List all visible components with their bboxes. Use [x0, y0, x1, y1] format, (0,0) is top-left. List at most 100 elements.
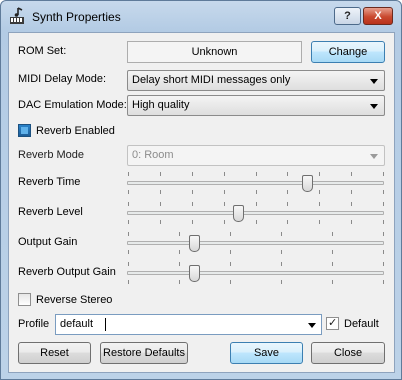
- slider-tick: [230, 232, 231, 236]
- reverse-stereo-label: Reverse Stereo: [36, 294, 113, 306]
- rom-set-value: Unknown: [191, 46, 238, 58]
- slider-tick: [179, 280, 180, 284]
- slider-tick: [351, 220, 352, 224]
- slider-tick: [160, 220, 161, 224]
- slider-tick: [383, 202, 384, 206]
- reverb-level-slider[interactable]: [127, 202, 384, 224]
- slider-tick: [383, 232, 384, 236]
- dac-emulation-select[interactable]: High quality: [127, 95, 385, 116]
- slider-tick: [351, 202, 352, 206]
- chevron-down-icon[interactable]: [308, 323, 316, 328]
- slider-tick: [230, 262, 231, 266]
- slider-tick: [281, 250, 282, 254]
- profile-default-label: Default: [344, 318, 379, 330]
- reset-button[interactable]: Reset: [18, 342, 91, 364]
- slider-tick: [128, 172, 129, 176]
- slider-tick: [383, 250, 384, 254]
- slider-tick: [192, 220, 193, 224]
- slider-tick: [383, 262, 384, 266]
- slider-tick: [128, 280, 129, 284]
- app-icon: [10, 7, 24, 24]
- close-window-button[interactable]: X: [363, 7, 393, 25]
- reverb-enabled-label: Reverb Enabled: [36, 125, 115, 137]
- slider-tick: [256, 202, 257, 206]
- help-button[interactable]: ?: [334, 7, 361, 25]
- slider-tick: [319, 172, 320, 176]
- rom-set-field: Unknown: [127, 41, 302, 63]
- slider-tick: [281, 232, 282, 236]
- change-rom-button[interactable]: Change: [311, 41, 385, 63]
- slider-tick: [179, 250, 180, 254]
- slider-tick: [351, 190, 352, 194]
- midi-delay-label: MIDI Delay Mode:: [18, 73, 107, 85]
- midi-delay-value: Delay short MIDI messages only: [132, 74, 291, 86]
- chevron-down-icon: [370, 104, 378, 109]
- slider-tick: [383, 190, 384, 194]
- dac-emulation-label: DAC Emulation Mode:: [18, 99, 127, 111]
- slider-tick: [128, 232, 129, 236]
- slider-tick: [179, 262, 180, 266]
- slider-tick: [383, 280, 384, 284]
- slider-thumb[interactable]: [302, 175, 313, 192]
- reverse-stereo-checkbox[interactable]: [18, 293, 31, 306]
- slider-groove: [127, 181, 384, 185]
- slider-tick: [230, 250, 231, 254]
- text-caret: [105, 318, 106, 331]
- reverb-time-slider[interactable]: [127, 172, 384, 194]
- slider-tick: [332, 262, 333, 266]
- slider-thumb[interactable]: [233, 205, 244, 222]
- chevron-down-icon: [370, 79, 378, 84]
- slider-tick: [383, 220, 384, 224]
- slider-thumb[interactable]: [189, 235, 200, 252]
- slider-tick: [332, 250, 333, 254]
- slider-tick: [192, 172, 193, 176]
- reverb-mode-select[interactable]: 0: Room: [127, 145, 385, 166]
- slider-tick: [319, 190, 320, 194]
- output-gain-slider[interactable]: [127, 232, 384, 254]
- slider-tick: [383, 172, 384, 176]
- slider-groove: [127, 271, 384, 275]
- check-mark-icon: ✓: [328, 317, 338, 329]
- slider-tick: [224, 220, 225, 224]
- restore-defaults-button[interactable]: Restore Defaults: [100, 342, 188, 364]
- save-button[interactable]: Save: [230, 342, 303, 364]
- slider-tick: [351, 172, 352, 176]
- slider-thumb[interactable]: [189, 265, 200, 282]
- close-button[interactable]: Close: [311, 342, 385, 364]
- slider-tick: [128, 262, 129, 266]
- midi-delay-select[interactable]: Delay short MIDI messages only: [127, 70, 385, 91]
- slider-tick: [256, 172, 257, 176]
- slider-tick: [192, 190, 193, 194]
- reverb-time-label: Reverb Time: [18, 176, 81, 188]
- reverb-enabled-checkbox[interactable]: [18, 124, 31, 137]
- slider-tick: [192, 202, 193, 206]
- profile-value: default: [60, 318, 94, 330]
- slider-tick: [319, 220, 320, 224]
- slider-tick: [224, 172, 225, 176]
- chevron-down-icon: [370, 154, 378, 159]
- slider-tick: [281, 262, 282, 266]
- reverb-mode-label: Reverb Mode: [18, 149, 85, 161]
- dialog-body: ROM Set: Unknown Change MIDI Delay Mode:…: [8, 32, 395, 373]
- slider-tick: [256, 190, 257, 194]
- slider-tick: [287, 172, 288, 176]
- slider-tick: [128, 202, 129, 206]
- title-bar[interactable]: Synth Properties ? X: [1, 1, 401, 31]
- reverb-output-gain-slider[interactable]: [127, 262, 384, 284]
- slider-tick: [179, 232, 180, 236]
- slider-tick: [160, 190, 161, 194]
- slider-groove: [127, 211, 384, 215]
- reverb-mode-value: 0: Room: [132, 149, 174, 161]
- dac-emulation-value: High quality: [132, 99, 190, 111]
- slider-tick: [332, 280, 333, 284]
- slider-tick: [230, 280, 231, 284]
- reverb-level-label: Reverb Level: [18, 206, 83, 218]
- profile-combo[interactable]: default: [55, 314, 322, 335]
- slider-tick: [281, 280, 282, 284]
- slider-tick: [332, 232, 333, 236]
- slider-tick: [287, 190, 288, 194]
- slider-tick: [287, 220, 288, 224]
- profile-default-checkbox[interactable]: ✓: [326, 317, 339, 330]
- slider-tick: [128, 220, 129, 224]
- slider-tick: [160, 172, 161, 176]
